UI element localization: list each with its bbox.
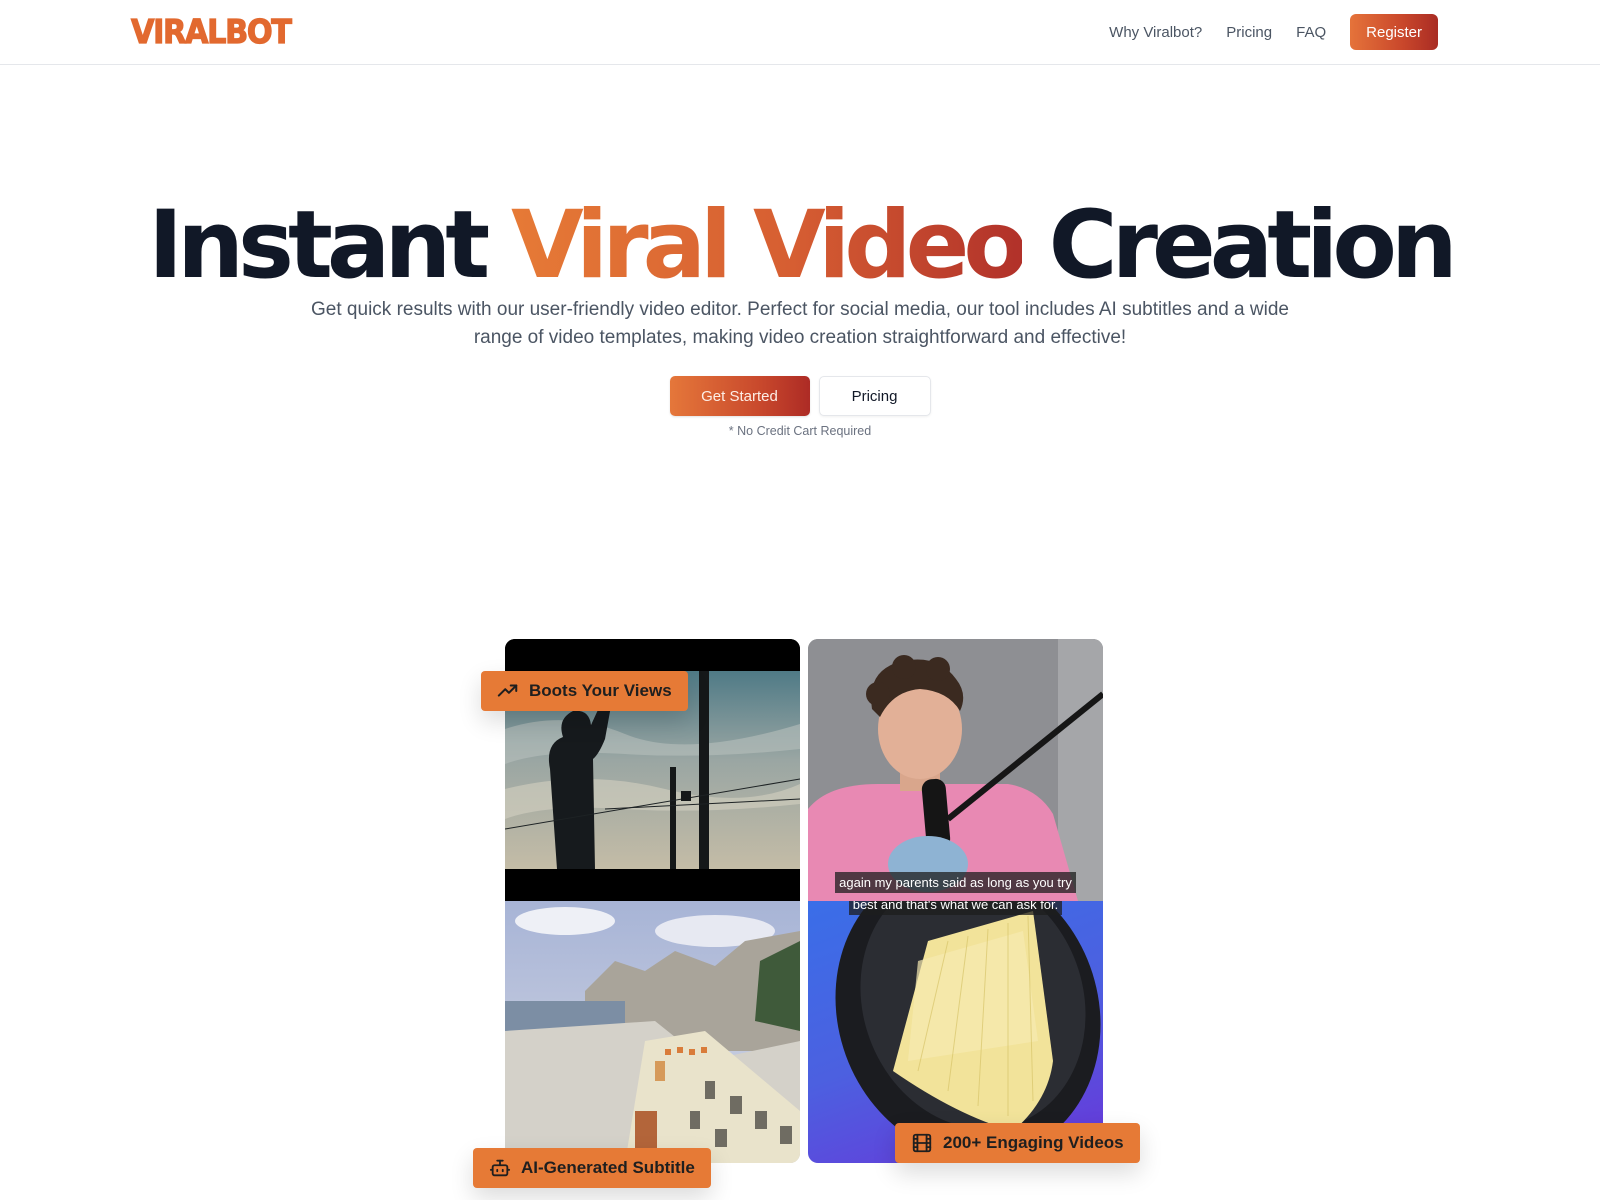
register-button[interactable]: Register <box>1350 14 1438 50</box>
nav-pricing[interactable]: Pricing <box>1226 24 1272 41</box>
podcast-video-frame <box>808 639 1103 901</box>
hero-title-part2: Creation <box>1048 191 1458 300</box>
badge-engaging-videos: 200+ Engaging Videos <box>895 1123 1140 1163</box>
video-tile-minecraft[interactable] <box>505 901 800 1163</box>
get-started-button[interactable]: Get Started <box>669 376 810 416</box>
film-icon <box>911 1132 933 1154</box>
video-tile-podcast[interactable]: again my parents said as long as you try <box>808 639 1103 901</box>
hero-title-part1: Instant <box>148 191 490 300</box>
badge-boost-views: Boots Your Views <box>481 671 688 711</box>
pricing-button[interactable]: Pricing <box>818 376 931 416</box>
badge-ai-subtitle-label: AI-Generated Subtitle <box>521 1158 695 1177</box>
cta-row: Get Started Pricing <box>0 376 1600 416</box>
hero-subtitle: Get quick results with our user-friendly… <box>311 299 1289 348</box>
nav-faq[interactable]: FAQ <box>1296 24 1326 41</box>
badge-engaging-videos-label: 200+ Engaging Videos <box>943 1133 1124 1152</box>
badge-boost-views-label: Boots Your Views <box>529 681 672 700</box>
badge-ai-subtitle: AI-Generated Subtitle <box>473 1148 711 1188</box>
nav-why-viralbot[interactable]: Why Viralbot? <box>1109 24 1202 41</box>
viralbot-logo[interactable]: VIRALBOT <box>130 11 292 51</box>
no-credit-card-note: * No Credit Cart Required <box>728 424 872 438</box>
minecraft-video-frame <box>505 901 800 1163</box>
subtitle-caption-line2: best and that's what we can ask for. <box>808 901 1103 915</box>
main-nav: Why Viralbot? Pricing FAQ Register <box>1109 14 1438 50</box>
robot-icon <box>489 1157 511 1179</box>
hero-title: Instant Viral Video Creation <box>0 192 1600 300</box>
site-header: VIRALBOT Why Viralbot? Pricing FAQ Regis… <box>0 0 1600 65</box>
trending-up-icon <box>497 680 519 702</box>
subtitle-caption-line1: again my parents said as long as you try <box>808 872 1103 893</box>
video-showcase-grid: again my parents said as long as you try <box>505 639 1103 1164</box>
hero-title-highlight: Viral Video <box>510 191 1028 300</box>
